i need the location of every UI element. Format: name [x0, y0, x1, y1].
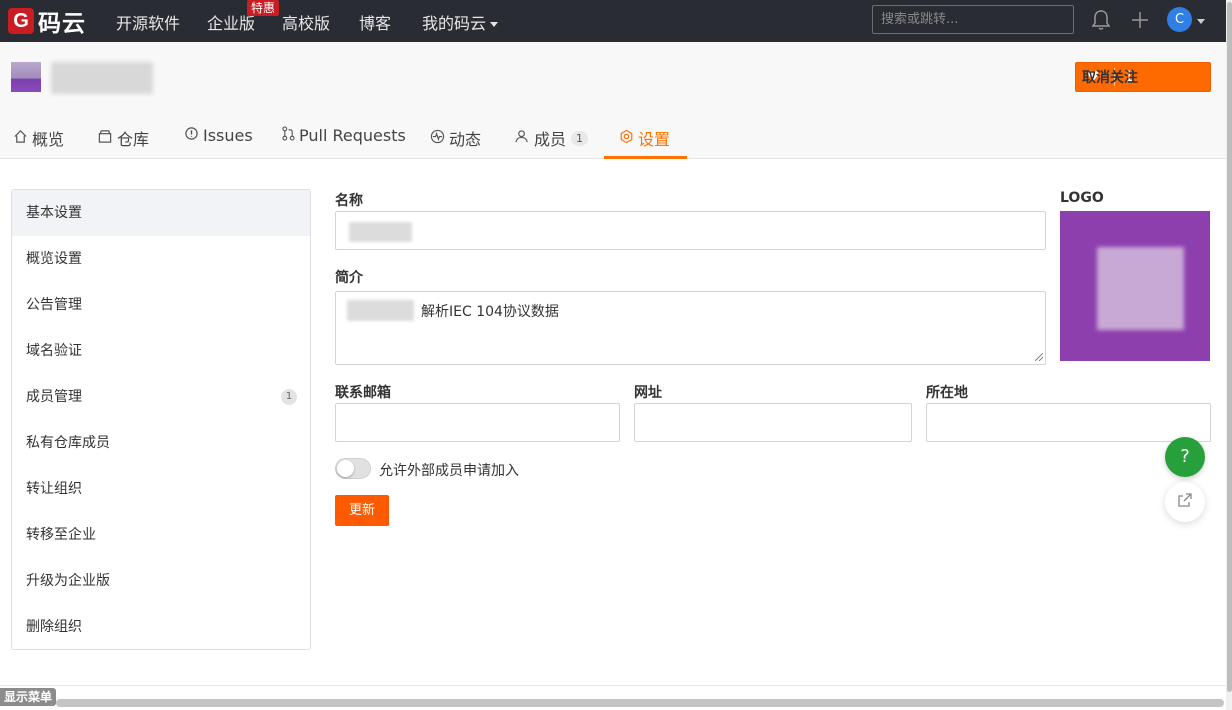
settings-side-menu: 基本设置 概览设置 公告管理 域名验证 成员管理 1 私有仓库成员 转让组织 转… [11, 189, 311, 650]
tab-issues[interactable]: Issues [184, 126, 253, 145]
sidebar-item-upgrade-enterprise[interactable]: 升级为企业版 [12, 558, 310, 604]
tab-label: 概览 [32, 130, 65, 149]
unfollow-button[interactable]: ♥ 取消关注 1 [1075, 62, 1211, 92]
help-button[interactable]: ? [1165, 437, 1205, 477]
tab-label: 动态 [449, 130, 482, 149]
chevron-down-icon [490, 22, 499, 27]
update-button[interactable]: 更新 [335, 495, 389, 526]
sidebar-item-overview-settings[interactable]: 概览设置 [12, 236, 310, 282]
tab-activity[interactable]: 动态 [430, 126, 481, 150]
url-label: 网址 [634, 385, 662, 401]
tab-overview[interactable]: 概览 [13, 126, 64, 150]
members-icon [515, 129, 530, 148]
promo-badge: 特惠 [247, 0, 280, 16]
unfollow-label: 取消关注 [1082, 70, 1138, 86]
org-header: ♥ 取消关注 1 概览 仓库 Issues Pull Requests 动态 成… [0, 42, 1226, 159]
tab-label: Issues [203, 126, 253, 145]
user-avatar[interactable]: C [1167, 7, 1192, 32]
allow-external-join-label: 允许外部成员申请加入 [379, 463, 519, 479]
toggle-knob [337, 460, 354, 477]
org-name[interactable] [51, 62, 153, 94]
tab-label: Pull Requests [299, 126, 406, 145]
tab-pull-requests[interactable]: Pull Requests [282, 126, 406, 145]
share-button[interactable] [1165, 482, 1205, 522]
activity-icon [430, 129, 445, 148]
tab-label: 仓库 [117, 130, 150, 149]
org-logo-image [1097, 247, 1184, 330]
tab-settings[interactable]: 设置 [619, 126, 670, 150]
nav-education[interactable]: 高校版 [282, 10, 330, 34]
vertical-scrollbar[interactable] [1227, 2, 1232, 692]
nav-my-gitee-label: 我的码云 [422, 14, 487, 33]
sidebar-item-domain-verification[interactable]: 域名验证 [12, 328, 310, 374]
email-label: 联系邮箱 [335, 385, 391, 401]
logo-mark: G [8, 8, 34, 34]
logo-label: LOGO [1060, 190, 1104, 206]
location-field[interactable] [926, 403, 1211, 442]
intro-label: 简介 [335, 270, 363, 286]
gitee-logo[interactable]: G 码云 [8, 0, 86, 42]
nav-my-gitee[interactable]: 我的码云 [422, 10, 499, 34]
repo-icon [97, 129, 113, 148]
sidebar-item-private-repo-members[interactable]: 私有仓库成员 [12, 420, 310, 466]
plus-icon[interactable] [1130, 9, 1150, 35]
tab-label: 成员 [534, 130, 567, 149]
active-tab-indicator [604, 156, 687, 159]
nav-blog[interactable]: 博客 [359, 10, 391, 34]
chevron-down-icon[interactable] [1197, 19, 1205, 24]
org-logo-upload[interactable] [1060, 211, 1210, 361]
sidebar-item-announcements[interactable]: 公告管理 [12, 282, 310, 328]
org-avatar[interactable] [11, 62, 41, 92]
divider [0, 685, 1226, 686]
nav-open-source[interactable]: 开源软件 [116, 10, 180, 34]
location-label: 所在地 [926, 385, 968, 401]
sidebar-item-basic-settings[interactable]: 基本设置 [12, 190, 310, 236]
intro-value-blurred [347, 300, 414, 321]
allow-external-join-toggle[interactable] [335, 458, 371, 479]
sidebar-item-transfer-org[interactable]: 转让组织 [12, 466, 310, 512]
email-field[interactable] [335, 403, 620, 442]
logo-text: 码云 [38, 11, 86, 37]
tab-members[interactable]: 成员 1 [515, 126, 589, 150]
sidebar-item-delete-org[interactable]: 删除组织 [12, 604, 310, 650]
external-link-icon [1177, 492, 1193, 512]
pull-request-icon [282, 126, 295, 145]
show-menu-button[interactable]: 显示菜单 [0, 688, 56, 706]
top-navbar: G 码云 开源软件 企业版 特惠 高校版 博客 我的码云 C [0, 0, 1226, 42]
resize-handle-icon[interactable] [1035, 353, 1043, 361]
search-input[interactable] [872, 5, 1074, 34]
intro-text: 解析IEC 104协议数据 [421, 304, 559, 320]
tab-label: 设置 [638, 130, 671, 149]
name-field[interactable] [335, 211, 1046, 250]
member-count-badge: 1 [281, 389, 297, 405]
name-label: 名称 [335, 193, 363, 209]
issue-icon [184, 126, 199, 145]
sidebar-item-member-management[interactable]: 成员管理 1 [12, 374, 310, 420]
name-value [349, 222, 412, 242]
sidebar-item-label: 成员管理 [26, 389, 82, 405]
bell-icon[interactable] [1091, 9, 1111, 35]
gear-icon [619, 129, 634, 148]
sidebar-item-move-to-enterprise[interactable]: 转移至企业 [12, 512, 310, 558]
horizontal-scrollbar[interactable] [56, 699, 1224, 707]
home-icon [13, 129, 28, 148]
members-count: 1 [571, 130, 589, 146]
url-field[interactable] [634, 403, 912, 442]
tab-repos[interactable]: 仓库 [97, 126, 149, 150]
